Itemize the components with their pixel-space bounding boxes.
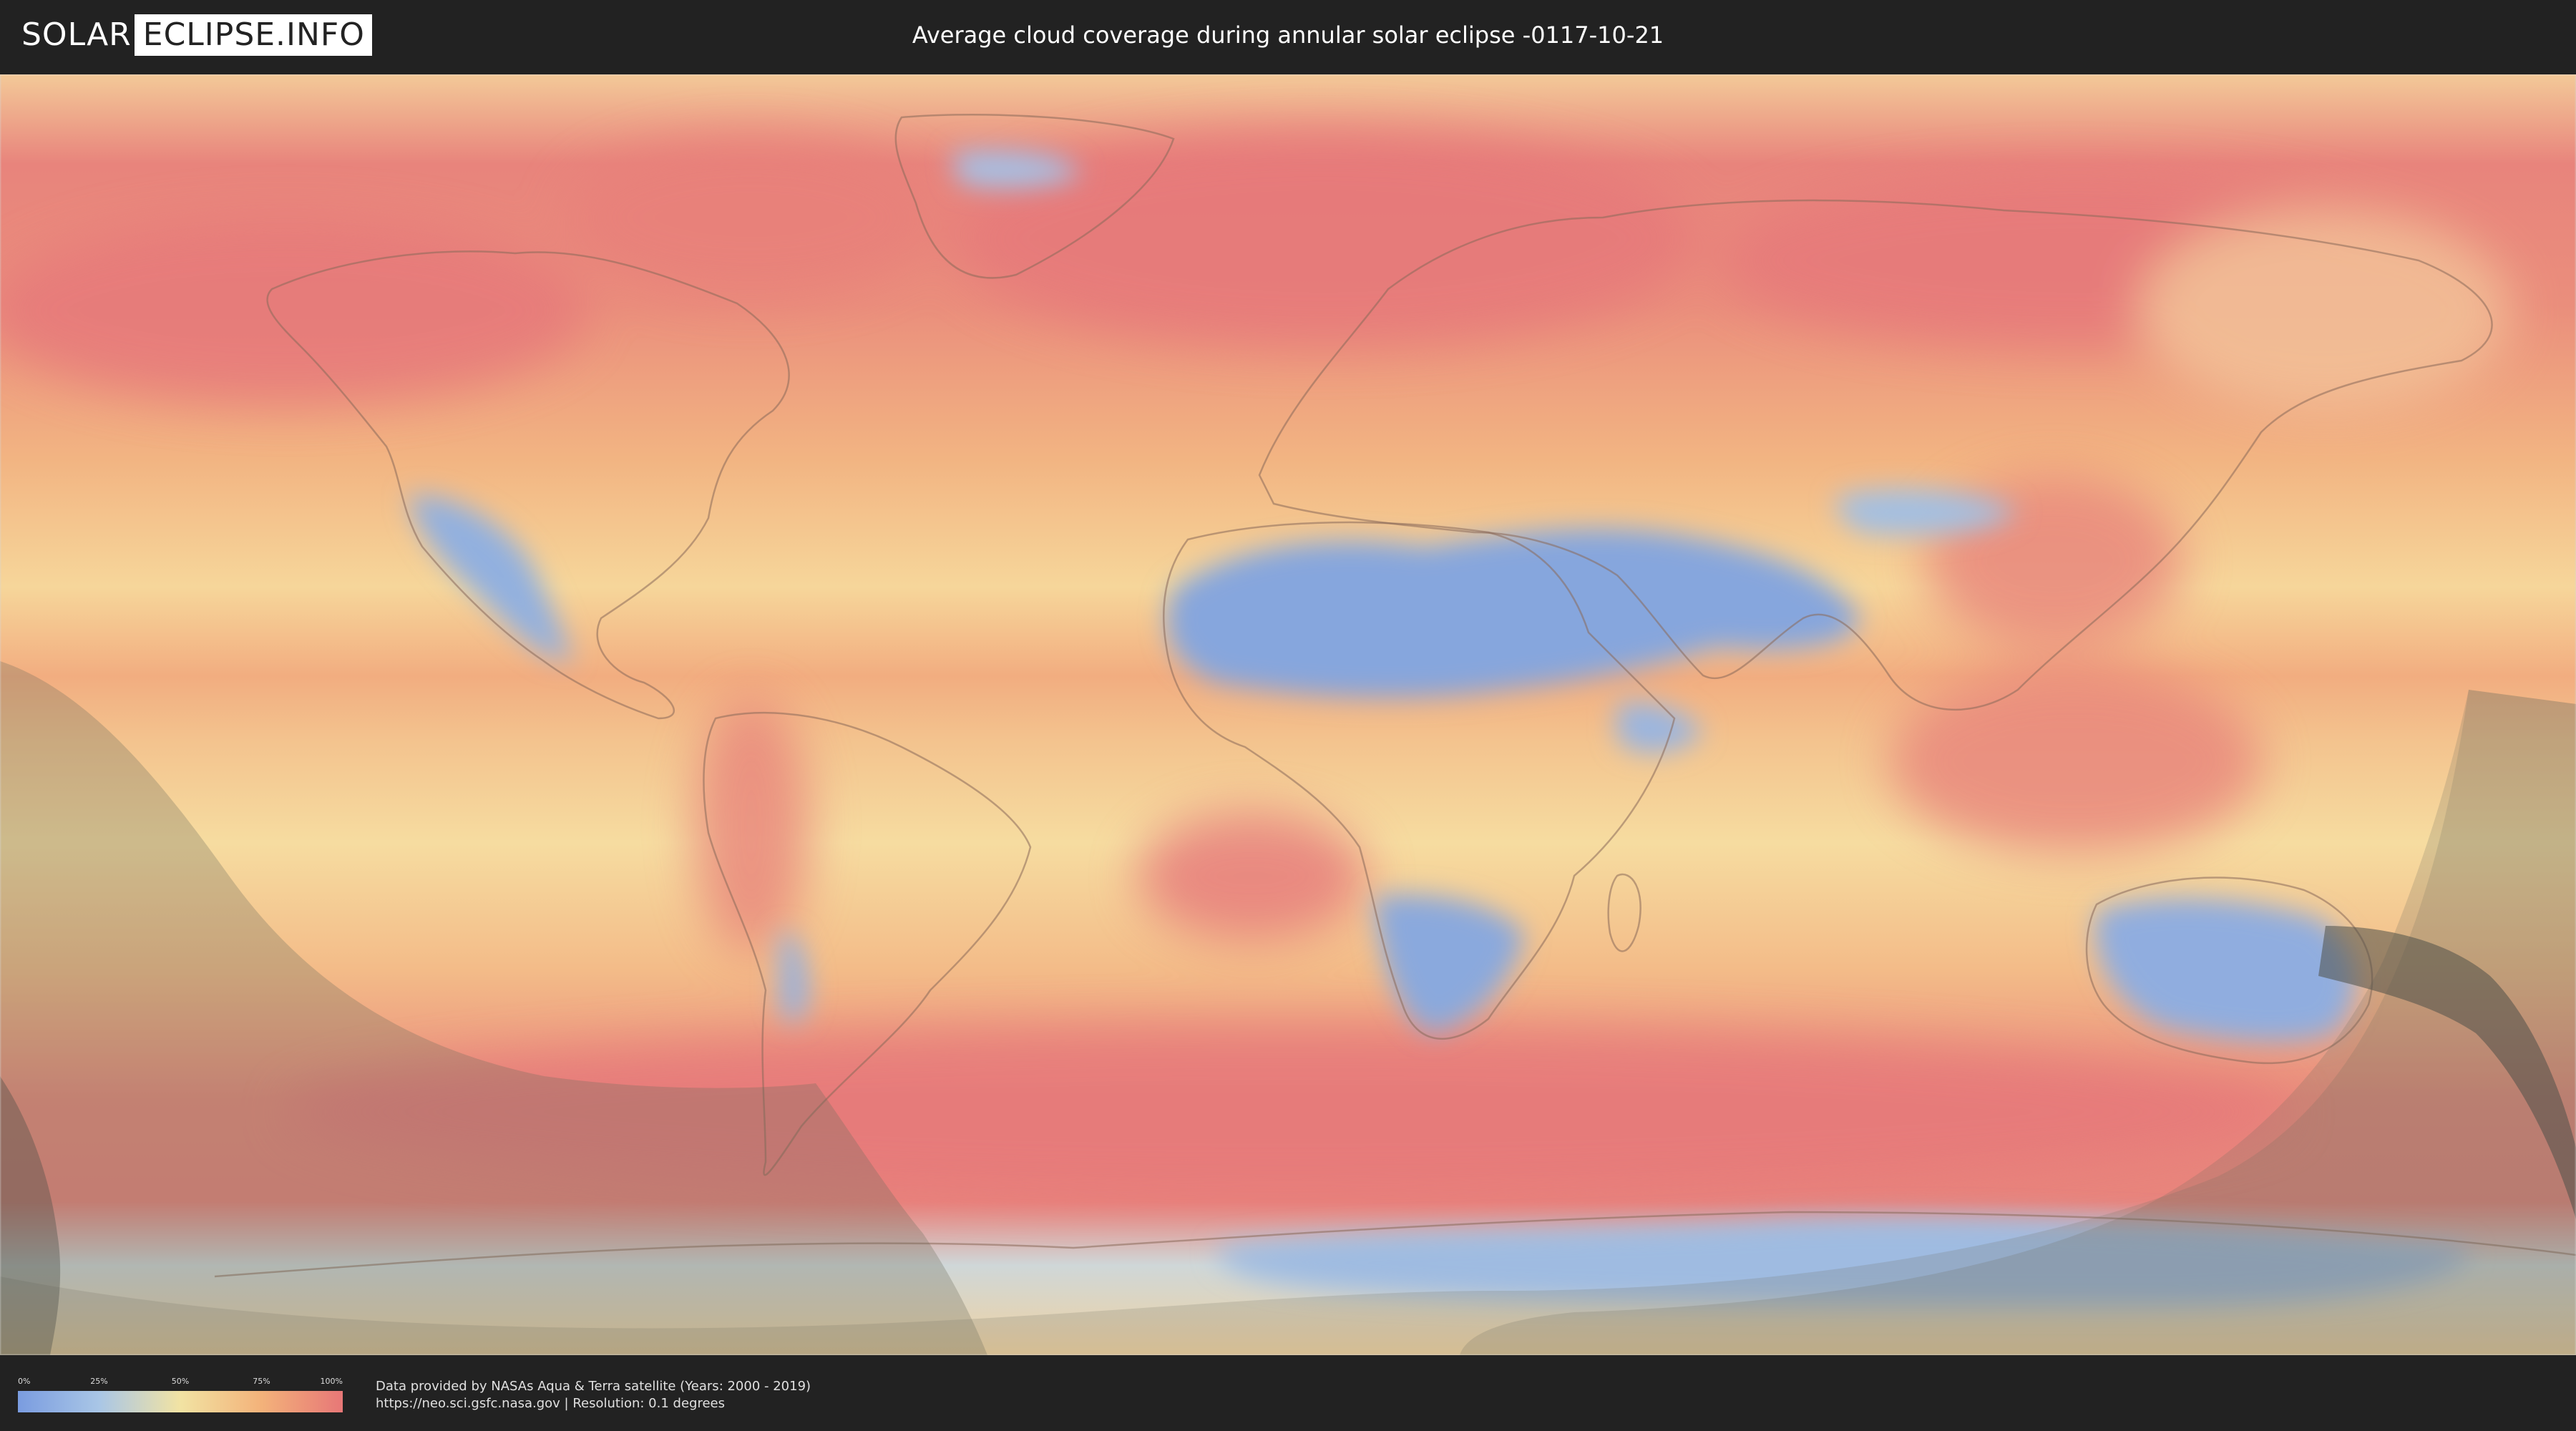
data-credits: Data provided by NASAs Aqua & Terra sate… [376,1378,811,1412]
world-map-svg [0,74,2576,1355]
legend-color-bar [18,1391,343,1412]
credits-line-1: Data provided by NASAs Aqua & Terra sate… [376,1379,811,1394]
cloud-coverage-legend: 0% 25% 50% 75% 100% [18,1377,343,1412]
legend-tick-100: 100% [320,1377,343,1386]
legend-tick-75: 75% [253,1377,270,1386]
footer-bar: 0% 25% 50% 75% 100% Data provided by NAS… [0,1357,2576,1431]
header-bar: SOLAR ECLIPSE.INFO Average cloud coverag… [0,0,2576,72]
cloud-coverage-map [0,74,2576,1355]
legend-tick-25: 25% [90,1377,108,1386]
page-title: Average cloud coverage during annular so… [912,21,1664,49]
legend-ticks: 0% 25% 50% 75% 100% [18,1377,343,1388]
legend-tick-50: 50% [171,1377,190,1386]
legend-tick-0: 0% [18,1377,31,1386]
credits-line-2: https://neo.sci.gsfc.nasa.gov | Resoluti… [376,1396,725,1411]
